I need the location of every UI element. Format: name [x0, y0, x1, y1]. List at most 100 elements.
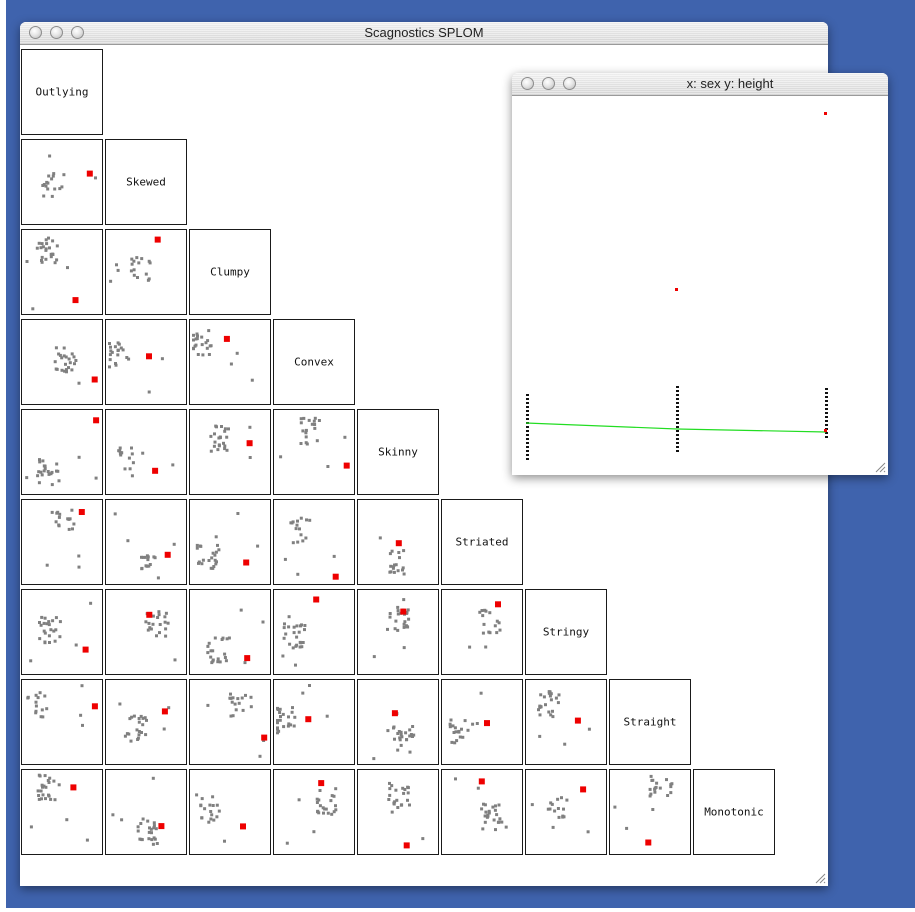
- scatterplot-cell[interactable]: [273, 679, 355, 765]
- data-point: [64, 362, 67, 366]
- data-point: [493, 808, 497, 812]
- data-point: [391, 566, 395, 570]
- scatterplot-cell[interactable]: [441, 769, 523, 855]
- scatterplot-cell[interactable]: [357, 679, 439, 765]
- scatterplot-cell[interactable]: [273, 769, 355, 855]
- highlighted-point: [574, 717, 581, 724]
- highlighted-point: [391, 710, 398, 717]
- data-point: [141, 817, 145, 821]
- data-point: [649, 792, 653, 796]
- scatterplot-cell[interactable]: [105, 319, 187, 405]
- data-point: [390, 810, 394, 814]
- scatterplot-cell[interactable]: [609, 769, 691, 855]
- data-point: [653, 790, 657, 794]
- data-point: [308, 518, 312, 522]
- data-point: [209, 655, 213, 659]
- scatterplot-cell[interactable]: [21, 229, 103, 315]
- data-point: [108, 365, 111, 369]
- data-point: [151, 842, 155, 846]
- data-point: [403, 620, 407, 624]
- detail-window-titlebar[interactable]: x: sex y: height: [512, 73, 888, 96]
- scatterplot-cell[interactable]: [357, 499, 439, 585]
- data-point: [235, 351, 239, 355]
- data-point: [44, 797, 47, 801]
- data-point: [34, 709, 38, 713]
- scatterplot-cell[interactable]: [525, 679, 607, 765]
- data-point: [223, 444, 227, 448]
- diagonal-label-cell: Skinny: [357, 409, 439, 495]
- data-point: [200, 816, 204, 820]
- data-point: [526, 430, 529, 432]
- mini-scatterplot: [378, 536, 406, 576]
- data-point: [218, 436, 222, 440]
- close-button[interactable]: [521, 77, 534, 90]
- data-point: [164, 634, 168, 638]
- scatterplot-cell[interactable]: [105, 769, 187, 855]
- scatterplot-cell[interactable]: [21, 319, 103, 405]
- scatterplot-cell[interactable]: [189, 409, 271, 495]
- data-point: [57, 524, 61, 528]
- scatterplot-cell[interactable]: [189, 679, 271, 765]
- scatterplot-cell[interactable]: [441, 679, 523, 765]
- scatterplot-cell[interactable]: [21, 769, 103, 855]
- minimize-button[interactable]: [542, 77, 555, 90]
- scatterplot-cell[interactable]: [273, 499, 355, 585]
- data-point: [57, 479, 61, 483]
- scatterplot-cell[interactable]: [105, 229, 187, 315]
- scatterplot-cell[interactable]: [189, 769, 271, 855]
- data-point: [129, 739, 133, 743]
- scatterplot-cell[interactable]: [273, 589, 355, 675]
- scatterplot-cell[interactable]: [189, 499, 271, 585]
- data-point: [392, 801, 396, 805]
- data-point: [318, 804, 322, 808]
- resize-grip-icon[interactable]: [873, 460, 886, 473]
- scatterplot-cell[interactable]: [189, 319, 271, 405]
- scatterplot-cell[interactable]: [105, 679, 187, 765]
- scatterplot-cell[interactable]: [21, 589, 103, 675]
- data-point: [46, 187, 50, 191]
- scatterplot-cell[interactable]: [105, 409, 187, 495]
- scatterplot-cell[interactable]: [105, 589, 187, 675]
- data-point: [212, 444, 216, 448]
- highlighted-point: [78, 509, 85, 515]
- data-point: [145, 554, 149, 558]
- data-point: [37, 794, 41, 797]
- data-point: [299, 442, 303, 445]
- data-point: [291, 706, 294, 710]
- data-point: [147, 277, 151, 281]
- data-point: [396, 806, 400, 809]
- data-point: [77, 565, 81, 569]
- scatterplot-cell[interactable]: [105, 499, 187, 585]
- resize-grip-icon[interactable]: [813, 871, 826, 884]
- data-point: [37, 481, 41, 485]
- data-point: [74, 643, 78, 647]
- data-point: [145, 718, 148, 722]
- scatterplot-cell[interactable]: [21, 679, 103, 765]
- data-point: [214, 535, 218, 539]
- diagonal-label-cell: Straight: [609, 679, 691, 765]
- scatterplot-cell[interactable]: [441, 589, 523, 675]
- data-point: [192, 338, 195, 342]
- scatterplot-cell[interactable]: [189, 589, 271, 675]
- mini-scatterplot: [109, 236, 161, 283]
- scatterplot-detail-window[interactable]: x: sex y: height: [512, 73, 888, 475]
- data-point: [60, 368, 64, 372]
- data-point: [303, 628, 306, 632]
- scatterplot-cell[interactable]: [273, 409, 355, 495]
- data-point: [45, 180, 49, 184]
- scatterplot-cell[interactable]: [21, 409, 103, 495]
- scatterplot-cell[interactable]: [357, 589, 439, 675]
- main-window-titlebar[interactable]: Scagnostics SPLOM: [20, 22, 828, 45]
- mini-scatterplot: [387, 781, 425, 849]
- data-point: [526, 410, 529, 412]
- data-point: [402, 646, 406, 650]
- scatterplot-cell[interactable]: [21, 139, 103, 225]
- data-point: [293, 715, 297, 719]
- data-point: [386, 627, 389, 631]
- scatterplot-cell[interactable]: [357, 769, 439, 855]
- scatterplot-cell[interactable]: [525, 769, 607, 855]
- data-point: [48, 246, 51, 250]
- data-point: [155, 634, 158, 638]
- data-point: [404, 731, 408, 735]
- scatterplot-cell[interactable]: [21, 499, 103, 585]
